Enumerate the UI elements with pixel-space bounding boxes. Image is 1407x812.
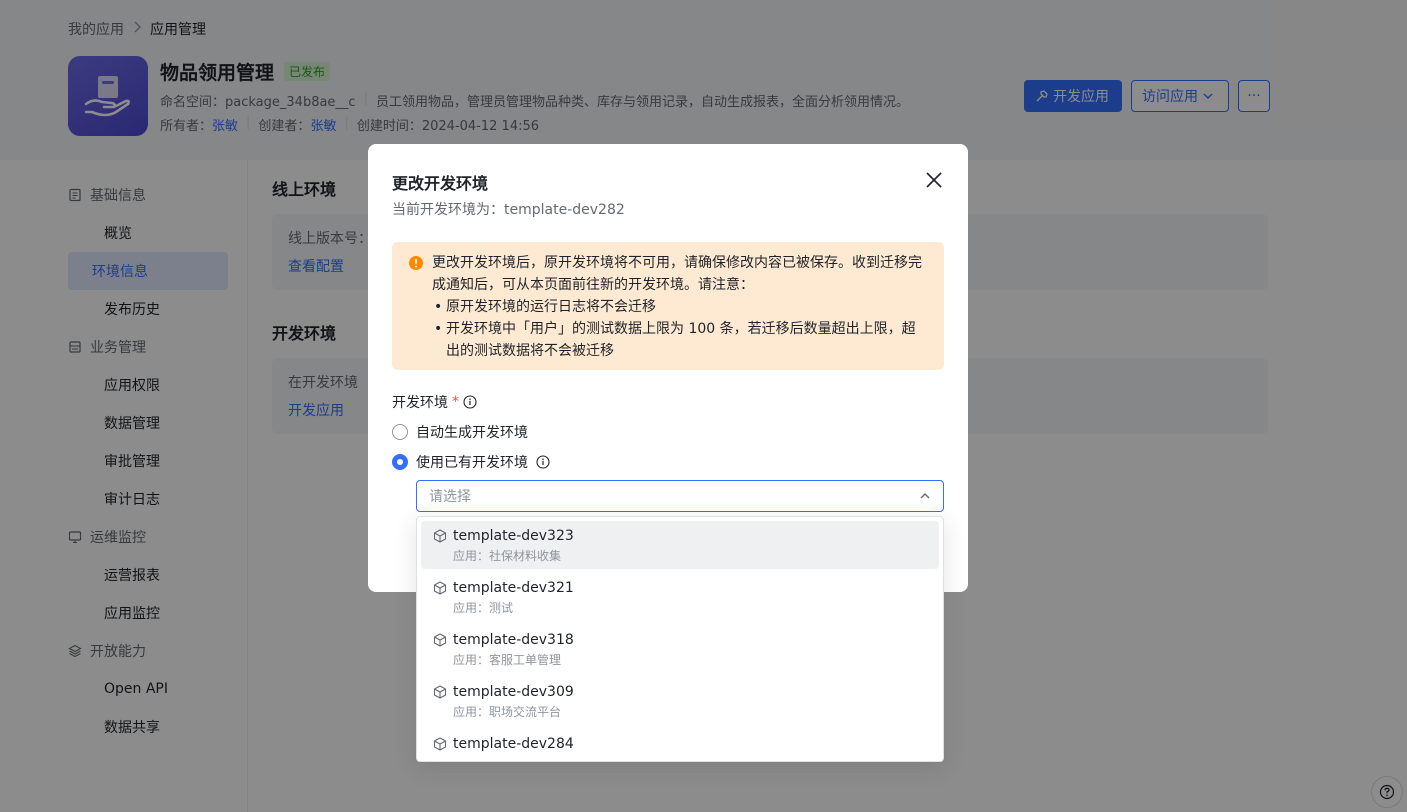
info-icon[interactable] — [536, 455, 550, 469]
dropdown-option[interactable]: template-dev323 应用：社保材料收集 — [421, 521, 939, 569]
dialog-title: 更改开发环境 — [392, 174, 489, 193]
dropdown-option[interactable]: template-dev321 应用：测试 — [421, 573, 939, 621]
package-icon — [433, 737, 447, 751]
dev-env-select[interactable]: 请选择 — [416, 480, 944, 512]
package-icon — [433, 581, 447, 595]
select-placeholder: 请选择 — [429, 489, 471, 505]
package-icon — [433, 633, 447, 647]
option-app: 应用：职场交流平台 — [453, 705, 562, 719]
option-name: template-dev321 — [453, 580, 574, 596]
radio-auto-generate[interactable]: 自动生成开发环境 — [392, 422, 528, 442]
chevron-up-icon — [920, 493, 930, 499]
option-name: template-dev318 — [453, 632, 574, 648]
info-icon[interactable] — [463, 395, 477, 409]
radio-label: 自动生成开发环境 — [416, 425, 528, 441]
option-app: 应用：客服工单管理 — [453, 653, 562, 667]
option-name: template-dev323 — [453, 528, 574, 544]
radio-label: 使用已有开发环境 — [416, 455, 528, 471]
option-name: template-dev284 — [453, 736, 574, 752]
option-app: 应用：测试 — [453, 601, 514, 615]
dropdown-option[interactable]: template-dev318 应用：客服工单管理 — [421, 625, 939, 673]
warning-bullet: 开发环境中「用户」的测试数据上限为 100 条，若迁移后数量超出上限，超出的测试… — [432, 318, 928, 362]
warning-bullet: 原开发环境的运行日志将不会迁移 — [432, 296, 928, 318]
field-label-text: 开发环境 — [392, 395, 448, 411]
dropdown-option[interactable]: template-dev284 — [421, 729, 939, 761]
radio-use-existing[interactable]: 使用已有开发环境 — [392, 452, 550, 472]
package-icon — [433, 529, 447, 543]
warning-icon — [409, 256, 423, 270]
radio-button[interactable] — [392, 424, 408, 440]
warning-text: 更改开发环境后，原开发环境将不可用，请确保修改内容已被保存。收到迁移完成通知后，… — [432, 255, 922, 293]
option-name: template-dev309 — [453, 684, 574, 700]
close-icon[interactable] — [924, 170, 944, 190]
package-icon — [433, 685, 447, 699]
option-app: 应用：社保材料收集 — [453, 549, 562, 563]
warning-alert: 更改开发环境后，原开发环境将不可用，请确保修改内容已被保存。收到迁移完成通知后，… — [392, 242, 944, 370]
radio-button-selected[interactable] — [392, 454, 408, 470]
dropdown-option[interactable]: template-dev309 应用：职场交流平台 — [421, 677, 939, 725]
dialog-subtitle: 当前开发环境为：template-dev282 — [392, 202, 625, 218]
dev-env-field-label: 开发环境 * — [392, 392, 477, 412]
dev-env-dropdown: template-dev323 应用：社保材料收集 template-dev32… — [416, 516, 944, 762]
required-mark: * — [452, 394, 459, 410]
warning-list: 原开发环境的运行日志将不会迁移 开发环境中「用户」的测试数据上限为 100 条，… — [432, 296, 928, 362]
